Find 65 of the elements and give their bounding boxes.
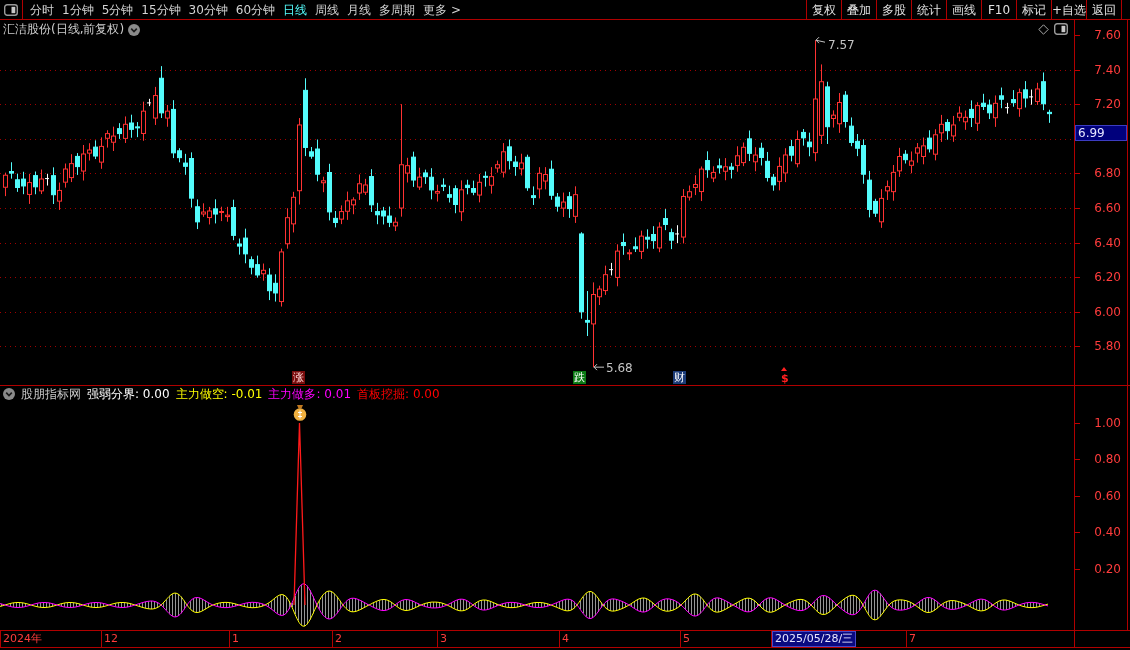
date-axis-label: 3 xyxy=(439,632,447,646)
period-tab[interactable]: 月线 xyxy=(343,0,376,19)
toolbar-button[interactable]: F10 xyxy=(981,0,1016,19)
indicator-value: 首板挖掘: 0.00 xyxy=(357,385,440,403)
event-marker[interactable]: 财 xyxy=(673,371,686,384)
date-axis-label: 12 xyxy=(103,632,118,646)
toolbar-button[interactable]: 统计 xyxy=(911,0,946,19)
leader-arrow xyxy=(815,36,826,44)
price-axis-label: 6.80 xyxy=(1094,166,1121,181)
date-axis-label: 2024年 xyxy=(2,632,42,646)
indicator-axis-label: 0.80 xyxy=(1094,452,1121,467)
date-axis-label: 4 xyxy=(561,632,569,646)
diamond-icon[interactable] xyxy=(1038,23,1049,35)
event-marker[interactable]: 跌 xyxy=(573,371,586,384)
date-axis-label: 1 xyxy=(231,632,239,646)
cursor-date-label: 2025/05/28/三 xyxy=(772,631,857,647)
period-tab[interactable]: 多周期 xyxy=(375,0,420,19)
chart-title: 汇洁股份(日线,前复权) xyxy=(3,21,125,38)
period-tab[interactable]: 更多 > xyxy=(419,0,465,19)
price-axis-label: 6.20 xyxy=(1094,270,1121,285)
low-price-label: 5.68 xyxy=(606,361,633,376)
period-tab[interactable]: 60分钟 xyxy=(231,0,280,19)
price-axis-label: 6.40 xyxy=(1094,235,1121,250)
price-axis-label: 5.80 xyxy=(1094,339,1121,354)
toolbar-button[interactable]: 标记 xyxy=(1016,0,1051,19)
leader-arrow xyxy=(593,363,605,371)
panel-toggle-icon[interactable] xyxy=(1054,23,1068,35)
indicator-axis-label: 1.00 xyxy=(1094,416,1121,430)
period-tab[interactable]: 1分钟 xyxy=(58,0,98,19)
indicator-axis-label: 0.60 xyxy=(1094,488,1121,503)
money-bag-icon xyxy=(293,405,307,421)
price-axis-label: 7.40 xyxy=(1094,62,1121,77)
indicator-axis-label: 0.40 xyxy=(1094,525,1121,540)
price-axis-label: 6.00 xyxy=(1094,304,1121,319)
toolbar-button[interactable]: 复权 xyxy=(806,0,841,19)
toolbar-button[interactable]: 多股 xyxy=(876,0,911,19)
event-marker[interactable]: 涨 xyxy=(292,371,305,384)
date-axis-label: 5 xyxy=(682,632,690,646)
price-axis-label: 7.60 xyxy=(1094,28,1121,42)
panel-toggle-icon[interactable] xyxy=(4,3,18,16)
period-tab[interactable]: 30分钟 xyxy=(184,0,232,19)
toolbar-button[interactable]: 画线 xyxy=(946,0,981,19)
chevron-down-icon[interactable] xyxy=(3,388,15,400)
date-axis-label: 2 xyxy=(334,632,342,646)
high-price-label: 7.57 xyxy=(828,38,855,53)
indicator-value: 强弱分界: 0.00 xyxy=(87,385,170,403)
period-tab[interactable]: 5分钟 xyxy=(97,0,138,19)
event-marker[interactable]: $ xyxy=(780,372,790,385)
price-axis-label: 6.60 xyxy=(1094,200,1121,215)
indicator-value: 主力做空: -0.01 xyxy=(175,385,263,403)
indicator-axis-label: 0.20 xyxy=(1094,561,1121,576)
period-tab[interactable]: 日线 xyxy=(279,0,312,19)
indicator-name: 股朋指标网 xyxy=(21,385,81,403)
period-tab[interactable]: 分时 xyxy=(26,0,58,19)
indicator-value: 主力做多: 0.01 xyxy=(268,385,352,403)
date-axis-label: 7 xyxy=(908,632,916,646)
current-price-tag: 6.99 xyxy=(1075,124,1127,141)
period-tab[interactable]: 周线 xyxy=(311,0,344,19)
toolbar-button[interactable]: +自选 xyxy=(1051,0,1086,19)
up-triangle-icon xyxy=(781,367,787,371)
chevron-down-icon[interactable] xyxy=(128,23,141,36)
price-axis-label: 7.20 xyxy=(1094,97,1121,112)
toolbar-button[interactable]: 返回 xyxy=(1086,0,1122,19)
toolbar-button[interactable]: 叠加 xyxy=(841,0,876,19)
period-tab[interactable]: 15分钟 xyxy=(137,0,185,19)
